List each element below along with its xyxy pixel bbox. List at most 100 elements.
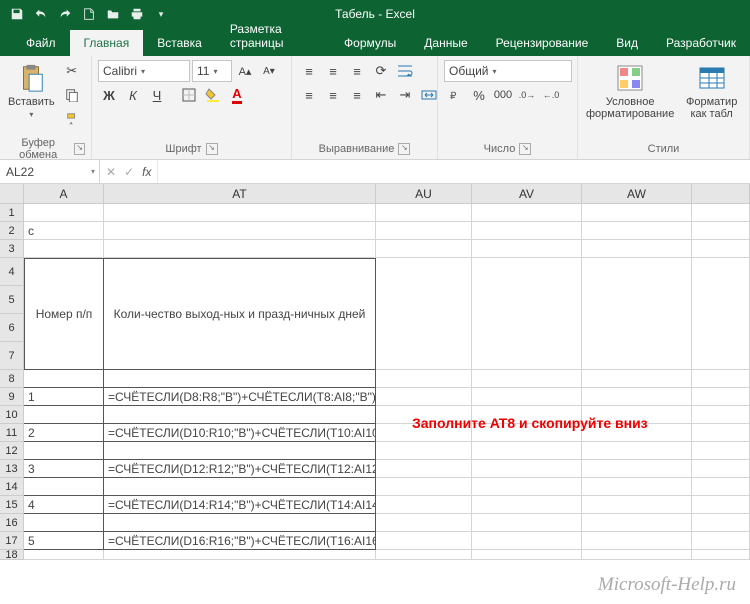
conditional-formatting-button[interactable]: Условное форматирование (584, 60, 676, 122)
cell[interactable] (104, 204, 376, 222)
cell[interactable]: 3 (24, 460, 104, 478)
cell[interactable] (24, 514, 104, 532)
cell[interactable] (472, 496, 582, 514)
row-header[interactable]: 18 (0, 550, 24, 560)
cell[interactable] (692, 424, 750, 442)
cell[interactable] (376, 550, 472, 560)
spreadsheet-grid[interactable]: A AT AU AV AW 12с34567Номер п/пКоли-чест… (0, 184, 750, 560)
cell[interactable] (24, 240, 104, 258)
cell[interactable] (24, 406, 104, 424)
indent-inc-icon[interactable]: ⇥ (394, 84, 416, 106)
tab-developer[interactable]: Разработчик (652, 30, 750, 56)
col-header[interactable]: AU (376, 184, 472, 204)
col-header[interactable]: AT (104, 184, 376, 204)
row-header[interactable]: 1 (0, 204, 24, 222)
cell[interactable] (472, 460, 582, 478)
cell[interactable] (692, 442, 750, 460)
row-header[interactable]: 14 (0, 478, 24, 496)
cell[interactable] (376, 204, 472, 222)
cell[interactable] (692, 388, 750, 406)
cell[interactable] (24, 370, 104, 388)
col-header[interactable]: A (24, 184, 104, 204)
name-box[interactable]: AL22▾ (0, 160, 100, 183)
row-header[interactable]: 5 (0, 286, 24, 314)
row-header[interactable]: 13 (0, 460, 24, 478)
row-header[interactable]: 11 (0, 424, 24, 442)
merge-icon[interactable] (418, 84, 440, 106)
fill-color-icon[interactable] (202, 84, 224, 106)
cell[interactable] (104, 222, 376, 240)
cell[interactable] (376, 532, 472, 550)
cell[interactable] (582, 388, 692, 406)
row-header[interactable]: 15 (0, 496, 24, 514)
cell[interactable] (582, 550, 692, 560)
increase-font-icon[interactable]: A▴ (234, 60, 256, 82)
select-all-corner[interactable] (0, 184, 24, 204)
copy-icon[interactable] (61, 84, 83, 106)
cell[interactable] (376, 258, 472, 370)
percent-icon[interactable]: % (468, 84, 490, 106)
cell[interactable] (376, 514, 472, 532)
indent-dec-icon[interactable]: ⇤ (370, 84, 392, 106)
row-header[interactable]: 10 (0, 406, 24, 424)
tab-insert[interactable]: Вставка (143, 30, 216, 56)
col-header[interactable]: AW (582, 184, 692, 204)
alignment-dialog-icon[interactable]: ↘ (398, 143, 410, 155)
cell[interactable]: =СЧЁТЕСЛИ(D10:R10;"В")+СЧЁТЕСЛИ(T10:AI10… (104, 424, 376, 442)
align-bottom-icon[interactable]: ≡ (346, 60, 368, 82)
cell[interactable] (104, 550, 376, 560)
tab-layout[interactable]: Разметка страницы (216, 16, 330, 56)
tab-file[interactable]: Файл (12, 30, 70, 56)
col-header[interactable] (692, 184, 750, 204)
cancel-formula-icon[interactable]: ✕ (106, 165, 116, 179)
cell[interactable] (472, 514, 582, 532)
cell[interactable] (692, 478, 750, 496)
cell[interactable] (104, 514, 376, 532)
cell[interactable] (582, 370, 692, 388)
decrease-decimal-icon[interactable]: ←.0 (540, 84, 562, 106)
cell[interactable] (692, 258, 750, 370)
row-header[interactable]: 2 (0, 222, 24, 240)
qat-more-icon[interactable]: ▾ (150, 3, 172, 25)
new-icon[interactable] (78, 3, 100, 25)
cell[interactable] (376, 222, 472, 240)
cell[interactable] (472, 532, 582, 550)
cell[interactable] (692, 496, 750, 514)
align-middle-icon[interactable]: ≡ (322, 60, 344, 82)
cell[interactable]: =СЧЁТЕСЛИ(D16:R16;"В")+СЧЁТЕСЛИ(T16:AI16… (104, 532, 376, 550)
cell[interactable] (582, 532, 692, 550)
cell[interactable] (104, 240, 376, 258)
align-top-icon[interactable]: ≡ (298, 60, 320, 82)
number-dialog-icon[interactable]: ↘ (519, 143, 531, 155)
cell[interactable]: =СЧЁТЕСЛИ(D8:R8;"В")+СЧЁТЕСЛИ(T8:AI8;"В"… (104, 388, 376, 406)
cell[interactable] (582, 478, 692, 496)
col-header[interactable]: AV (472, 184, 582, 204)
cell[interactable] (582, 514, 692, 532)
cell[interactable] (472, 388, 582, 406)
cell[interactable] (692, 406, 750, 424)
cell[interactable] (582, 222, 692, 240)
row-header[interactable]: 16 (0, 514, 24, 532)
cell[interactable] (376, 496, 472, 514)
borders-icon[interactable] (178, 84, 200, 106)
cell[interactable] (472, 240, 582, 258)
cell[interactable]: 4 (24, 496, 104, 514)
row-header[interactable]: 4 (0, 258, 24, 286)
font-size-select[interactable]: 11▾ (192, 60, 232, 82)
orientation-icon[interactable]: ⟳ (370, 60, 392, 82)
fx-icon[interactable]: fx (142, 165, 151, 179)
tab-formulas[interactable]: Формулы (330, 30, 410, 56)
row-header[interactable]: 12 (0, 442, 24, 460)
format-as-table-button[interactable]: Форматир как табл (680, 60, 743, 122)
cell[interactable] (376, 442, 472, 460)
row-header[interactable]: 8 (0, 370, 24, 388)
cell[interactable] (104, 478, 376, 496)
cell[interactable] (692, 204, 750, 222)
bold-button[interactable]: Ж (98, 84, 120, 106)
save-icon[interactable] (6, 3, 28, 25)
cell[interactable] (104, 442, 376, 460)
cell[interactable] (692, 370, 750, 388)
align-left-icon[interactable]: ≡ (298, 84, 320, 106)
cell[interactable] (582, 204, 692, 222)
cell[interactable] (24, 442, 104, 460)
